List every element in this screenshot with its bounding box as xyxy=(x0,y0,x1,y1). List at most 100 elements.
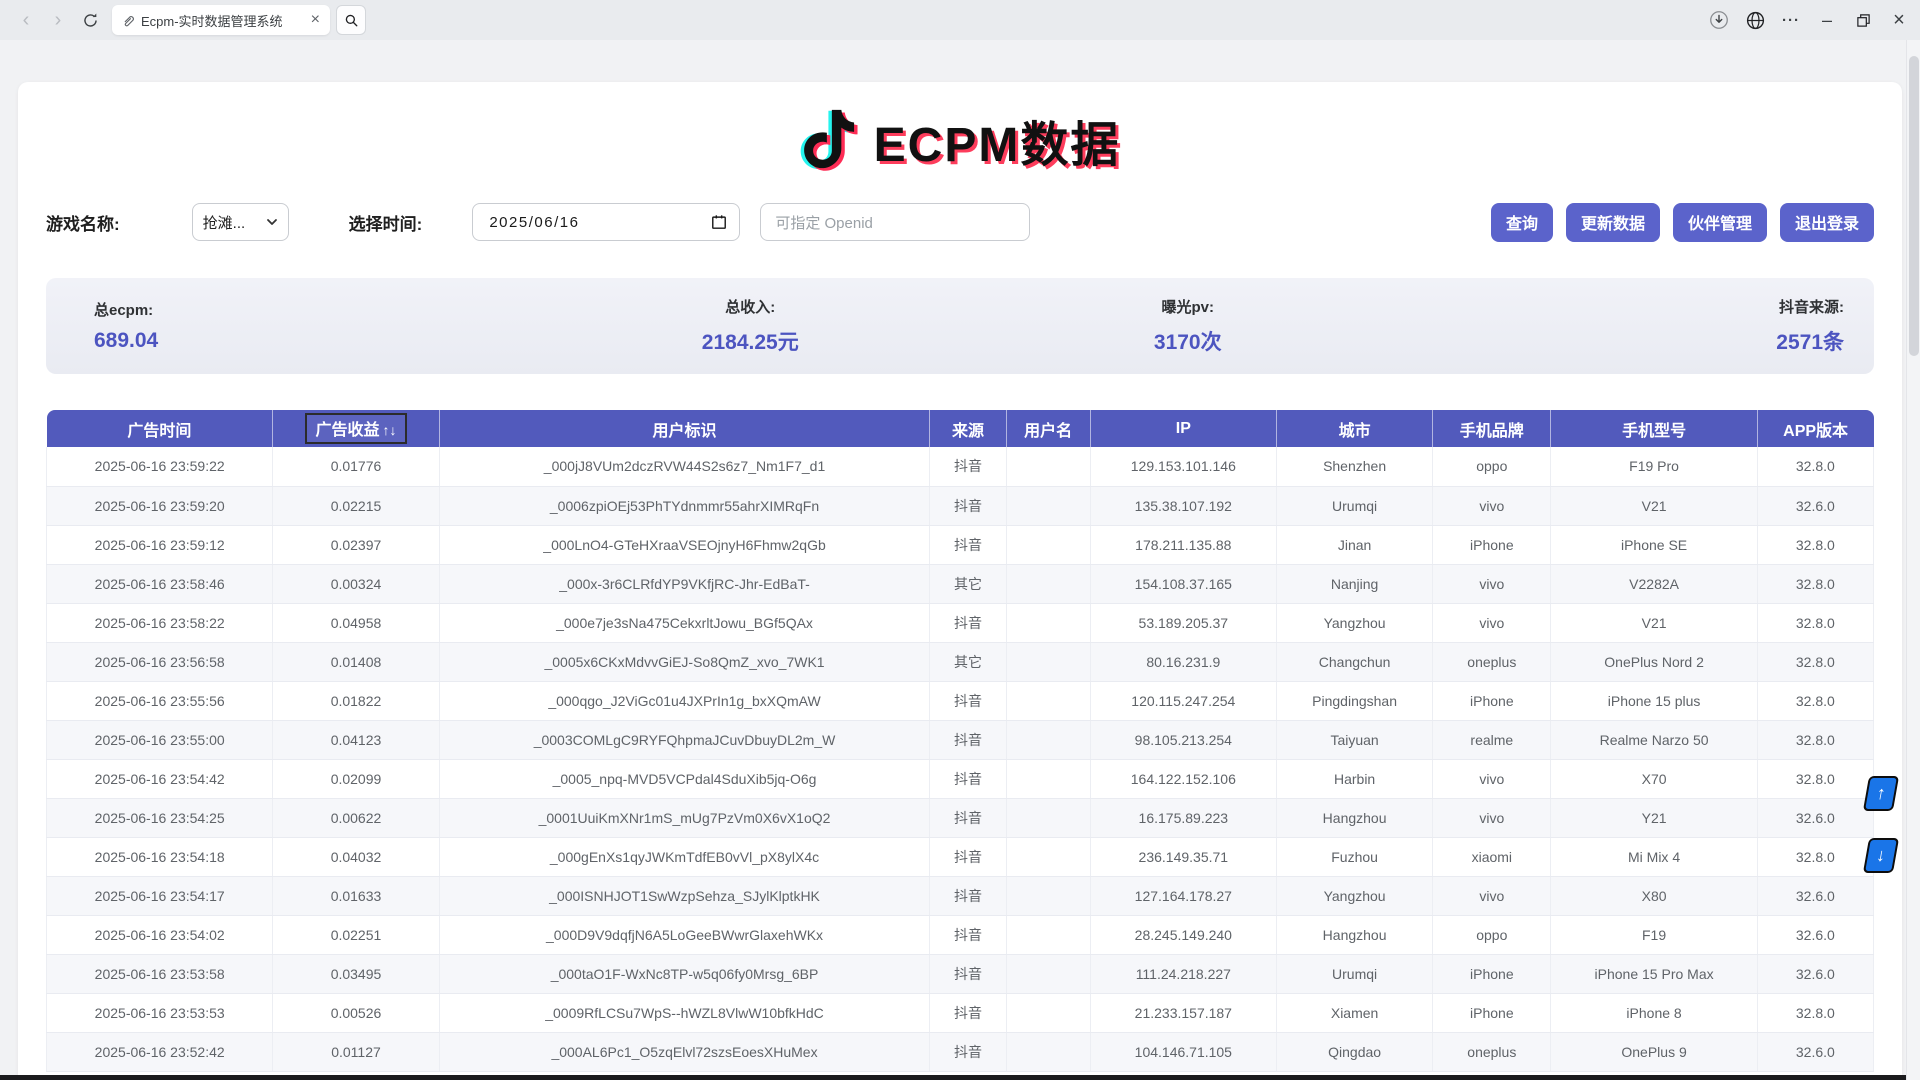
table-cell xyxy=(1006,837,1090,876)
table-cell: Hangzhou xyxy=(1276,798,1432,837)
table-cell: Changchun xyxy=(1276,642,1432,681)
table-cell: 21.233.157.187 xyxy=(1090,993,1276,1032)
table-cell: 0.00526 xyxy=(273,993,439,1032)
calendar-icon[interactable] xyxy=(711,214,727,230)
table-cell: F19 xyxy=(1551,915,1757,954)
col-phone-brand: 手机品牌 xyxy=(1433,410,1551,447)
link-icon xyxy=(120,13,135,28)
table-cell: _0009RfLCSu7WpS--hWZL8VlwW10bfkHdC xyxy=(439,993,930,1032)
restore-icon[interactable] xyxy=(1850,7,1876,33)
app-logo: ECPM数据 xyxy=(46,92,1874,188)
col-ad-revenue-sortable[interactable]: 广告收益↑↓ xyxy=(273,410,439,447)
table-cell xyxy=(1006,447,1090,486)
menu-ellipsis-icon[interactable]: ··· xyxy=(1778,7,1804,33)
back-icon[interactable]: ‹ xyxy=(12,6,40,34)
table-cell: 0.01822 xyxy=(273,681,439,720)
table-row: 2025-06-16 23:54:180.04032_000gEnXs1qyJW… xyxy=(47,837,1874,876)
page-scrollbar-track[interactable] xyxy=(1906,40,1920,1080)
table-cell: 32.8.0 xyxy=(1757,642,1873,681)
table-cell: 32.8.0 xyxy=(1757,447,1873,486)
download-icon[interactable] xyxy=(1706,7,1732,33)
query-button[interactable]: 查询 xyxy=(1491,203,1553,242)
stat-total-ecpm: 总ecpm: 689.04 xyxy=(94,299,532,353)
scroll-to-top-button[interactable]: ↑ xyxy=(1863,776,1899,811)
table-row: 2025-06-16 23:55:560.01822_000qgo_J2ViGc… xyxy=(47,681,1874,720)
partner-manage-button[interactable]: 伙伴管理 xyxy=(1673,203,1767,242)
table-cell xyxy=(1006,954,1090,993)
table-cell: 32.6.0 xyxy=(1757,876,1873,915)
table-cell: 32.8.0 xyxy=(1757,759,1873,798)
table-row: 2025-06-16 23:54:250.00622_0001UuiKmXNr1… xyxy=(47,798,1874,837)
scroll-to-bottom-button[interactable]: ↓ xyxy=(1863,838,1899,873)
table-cell xyxy=(1006,1032,1090,1071)
table-cell: 抖音 xyxy=(930,993,1006,1032)
table-row: 2025-06-16 23:53:580.03495_000taO1F-WxNc… xyxy=(47,954,1874,993)
refresh-icon[interactable] xyxy=(76,6,104,34)
page-scrollbar-thumb[interactable] xyxy=(1909,56,1919,356)
table-cell: 其它 xyxy=(930,642,1006,681)
table-cell: 抖音 xyxy=(930,720,1006,759)
table-cell: 2025-06-16 23:54:25 xyxy=(47,798,273,837)
tab-close-icon[interactable]: × xyxy=(309,11,322,29)
table-cell: _0005_npq-MVD5VCPdal4SduXib5jq-O6g xyxy=(439,759,930,798)
update-data-button[interactable]: 更新数据 xyxy=(1566,203,1660,242)
table-cell: _0001UuiKmXNr1mS_mUg7PzVm0X6vX1oQ2 xyxy=(439,798,930,837)
table-cell: 0.04123 xyxy=(273,720,439,759)
forward-icon[interactable]: › xyxy=(44,6,72,34)
table-cell: _000D9V9dqfjN6A5LoGeeBWwrGlaxehWKx xyxy=(439,915,930,954)
openid-placeholder: 可指定 Openid xyxy=(775,212,873,233)
table-row: 2025-06-16 23:58:460.00324_000x-3r6CLRfd… xyxy=(47,564,1874,603)
table-cell: 32.8.0 xyxy=(1757,681,1873,720)
table-cell: iPhone xyxy=(1433,993,1551,1032)
table-cell: V21 xyxy=(1551,486,1757,525)
sort-arrows-icon: ↑↓ xyxy=(383,422,397,438)
table-cell: realme xyxy=(1433,720,1551,759)
table-cell: vivo xyxy=(1433,759,1551,798)
close-window-icon[interactable]: × xyxy=(1886,7,1912,33)
minimize-icon[interactable]: – xyxy=(1814,7,1840,33)
table-cell: Urumqi xyxy=(1276,954,1432,993)
table-row: 2025-06-16 23:54:170.01633_000ISNHJOT1Sw… xyxy=(47,876,1874,915)
tab-title: Ecpm-实时数据管理系统 xyxy=(141,11,309,30)
table-cell: _000taO1F-WxNc8TP-w5q06fy0Mrsg_6BP xyxy=(439,954,930,993)
game-select[interactable]: 抢滩... xyxy=(192,203,289,241)
table-cell: 2025-06-16 23:54:17 xyxy=(47,876,273,915)
table-cell: 2025-06-16 23:53:53 xyxy=(47,993,273,1032)
sort-control[interactable]: 广告收益↑↓ xyxy=(305,413,406,444)
logout-button[interactable]: 退出登录 xyxy=(1780,203,1874,242)
table-cell: 0.00324 xyxy=(273,564,439,603)
table-cell: 104.146.71.105 xyxy=(1090,1032,1276,1071)
table-cell: 0.01127 xyxy=(273,1032,439,1071)
game-select-value: 抢滩... xyxy=(203,212,246,233)
browser-chrome: ‹ › Ecpm-实时数据管理系统 × ··· – × xyxy=(0,0,1920,40)
table-cell: Xiamen xyxy=(1276,993,1432,1032)
table-cell: 236.149.35.71 xyxy=(1090,837,1276,876)
table-cell: 抖音 xyxy=(930,915,1006,954)
openid-input[interactable]: 可指定 Openid xyxy=(760,203,1030,241)
col-app-version: APP版本 xyxy=(1757,410,1873,447)
table-cell: 0.01776 xyxy=(273,447,439,486)
table-cell: Shenzhen xyxy=(1276,447,1432,486)
stat-label: 曝光pv: xyxy=(969,296,1407,317)
table-cell: OnePlus Nord 2 xyxy=(1551,642,1757,681)
search-button[interactable] xyxy=(336,5,366,35)
stats-summary-bar: 总ecpm: 689.04 总收入: 2184.25元 曝光pv: 3170次 … xyxy=(46,278,1874,374)
browser-tab[interactable]: Ecpm-实时数据管理系统 × xyxy=(112,5,330,35)
table-row: 2025-06-16 23:59:120.02397_000LnO4-GTeHX… xyxy=(47,525,1874,564)
table-cell: _000ISNHJOT1SwWzpSehza_SJylKlptkHK xyxy=(439,876,930,915)
table-cell: X80 xyxy=(1551,876,1757,915)
table-row: 2025-06-16 23:59:220.01776_000jJ8VUm2dcz… xyxy=(47,447,1874,486)
table-cell: 32.8.0 xyxy=(1757,720,1873,759)
date-input[interactable]: 2025/06/16 xyxy=(472,203,740,241)
table-cell: 0.02251 xyxy=(273,915,439,954)
table-cell xyxy=(1006,720,1090,759)
table-cell xyxy=(1006,525,1090,564)
col-city: 城市 xyxy=(1276,410,1432,447)
table-cell: 32.6.0 xyxy=(1757,954,1873,993)
table-cell: Yangzhou xyxy=(1276,876,1432,915)
table-cell: iPhone SE xyxy=(1551,525,1757,564)
globe-icon[interactable] xyxy=(1742,7,1768,33)
table-cell: Yangzhou xyxy=(1276,603,1432,642)
table-cell: Mi Mix 4 xyxy=(1551,837,1757,876)
table-cell: 0.00622 xyxy=(273,798,439,837)
